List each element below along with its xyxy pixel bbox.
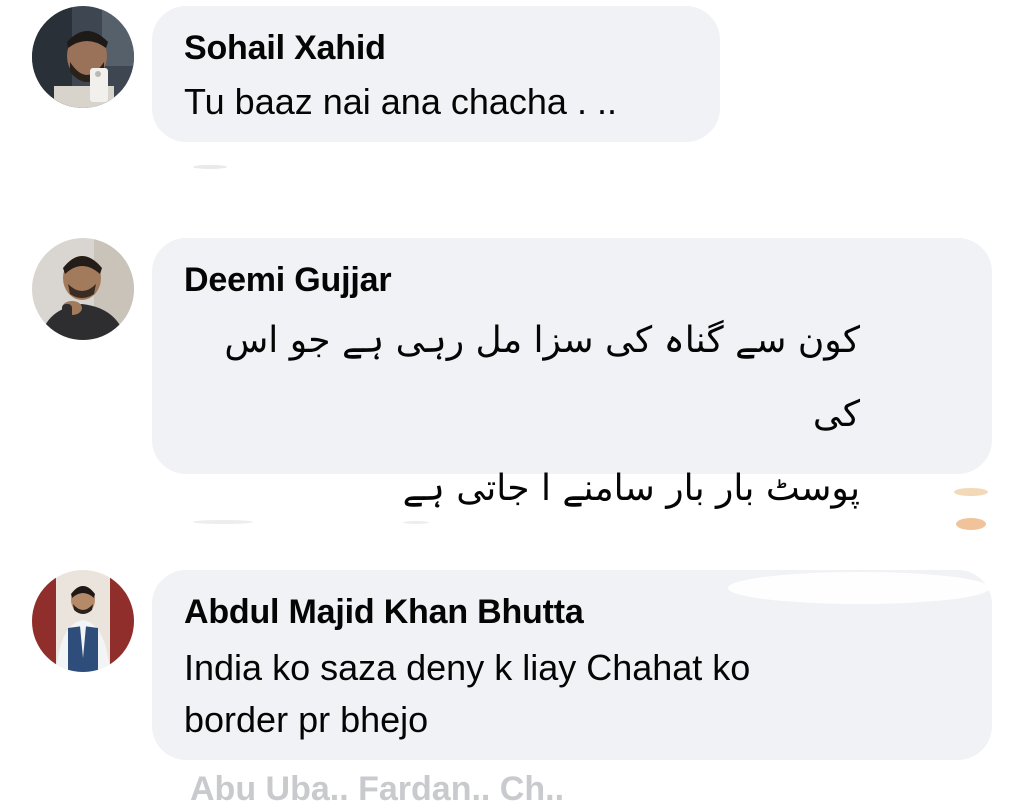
avatar-man-selfie-icon [32,6,134,108]
avatar-man-waistcoat-icon [32,570,134,672]
comment-text: Tu baaz nai ana chacha . .. [184,81,617,122]
reaction-emoji-fragment [956,518,986,530]
comment-bubble[interactable]: Deemi Gujjar کون سے گناہ کی سزا مل رہی ہ… [152,238,992,509]
comment-text: کون سے گناہ کی سزا مل رہی ہے جو اس کی پو… [184,304,960,526]
next-comment-author-cutoff[interactable]: Abu Uba.. Fardan.. Ch.. [190,770,564,809]
comment-text-line: border pr bhejo [184,699,429,740]
avatar[interactable] [32,6,134,108]
comment-text-line: پوسٹ بار بار سامنے ا جاتی ہے [402,468,860,509]
avatar-man-thinking-icon [32,238,134,340]
reaction-emoji-fragment [954,488,988,496]
glare-highlight [728,572,990,604]
faded-divider-mark [193,165,227,169]
comment-author[interactable]: Deemi Gujjar [184,260,960,300]
comment-bubble[interactable]: Sohail Xahid Tu baaz nai ana chacha . .. [152,6,720,142]
comment-author[interactable]: Sohail Xahid [184,28,688,68]
comment-text-line: India ko saza deny k liay Chahat ko [184,647,751,688]
avatar[interactable] [32,570,134,672]
avatar[interactable] [32,238,134,340]
comment-text-line: کون سے گناہ کی سزا مل رہی ہے جو اس کی [224,320,860,435]
faded-divider-mark [193,520,253,524]
comment-text: India ko saza deny k liay Chahat ko bord… [184,642,960,746]
faded-divider-mark [403,521,429,524]
